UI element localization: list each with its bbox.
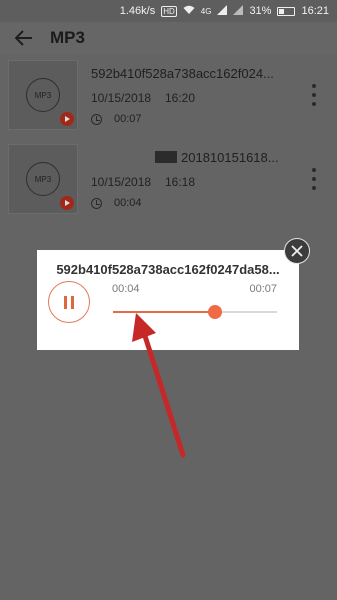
network-speed: 1.46k/s <box>119 5 156 17</box>
more-options-icon[interactable] <box>311 168 317 190</box>
file-name: 592b410f528a738acc162f024... <box>91 66 274 81</box>
file-list: MP3 592b410f528a738acc162f024... 10/15/2… <box>0 54 337 222</box>
player-title: 592b410f528a738acc162f0247da58... <box>56 262 280 277</box>
clock-time: 16:21 <box>301 5 329 17</box>
app-bar: MP3 <box>0 22 337 54</box>
file-time: 16:18 <box>165 175 196 189</box>
close-icon <box>291 245 303 257</box>
file-name: 201810151618... <box>155 150 305 165</box>
music-disc-icon: MP3 <box>26 78 60 112</box>
signal-icon-2 <box>233 4 244 18</box>
clock-icon <box>91 198 102 209</box>
file-date: 10/15/2018 <box>91 91 152 105</box>
seek-bar[interactable] <box>113 305 277 319</box>
play-icon[interactable] <box>60 196 74 210</box>
file-time: 16:20 <box>165 91 196 105</box>
battery-icon <box>277 6 296 16</box>
current-time: 00:04 <box>112 283 140 295</box>
thumb-label: MP3 <box>34 90 52 100</box>
list-item[interactable]: MP3 201810151618... 10/15/2018 16:18 00:… <box>0 138 337 222</box>
more-options-icon[interactable] <box>311 84 317 106</box>
audio-thumbnail[interactable]: MP3 <box>8 144 78 214</box>
play-icon[interactable] <box>60 112 74 126</box>
redaction-block <box>155 151 177 163</box>
audio-player-dialog: 592b410f528a738acc162f0247da58... 00:04 … <box>37 250 299 350</box>
music-disc-icon: MP3 <box>26 162 60 196</box>
close-button[interactable] <box>284 238 310 264</box>
seek-handle[interactable] <box>207 305 222 319</box>
signal-icon <box>217 4 228 18</box>
thumb-label: MP3 <box>34 174 52 184</box>
list-item[interactable]: MP3 592b410f528a738acc162f024... 10/15/2… <box>0 54 337 138</box>
total-time: 00:07 <box>249 283 277 295</box>
status-bar: 1.46k/s HD 4G 31% 16:21 <box>0 0 337 22</box>
seek-bar-progress <box>113 311 215 313</box>
file-duration: 00:07 <box>114 113 142 125</box>
file-date: 10/15/2018 <box>91 175 152 189</box>
page-title: MP3 <box>50 28 85 47</box>
file-duration: 00:04 <box>114 197 142 209</box>
pause-button[interactable] <box>48 281 90 323</box>
battery-percent: 31% <box>249 5 272 17</box>
back-arrow-icon[interactable] <box>6 22 42 54</box>
network-type: 4G <box>200 6 212 16</box>
hd-icon: HD <box>161 5 177 17</box>
clock-icon <box>91 114 102 125</box>
audio-thumbnail[interactable]: MP3 <box>8 60 78 130</box>
wifi-icon <box>183 5 195 18</box>
